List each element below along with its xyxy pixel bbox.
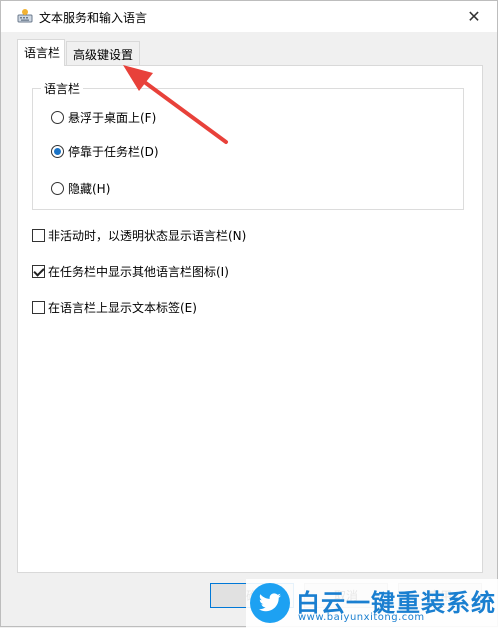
title-bar: 文本服务和输入语言 ✕ — [1, 1, 497, 32]
keyboard-icon — [17, 9, 33, 23]
dialog-window: 文本服务和输入语言 ✕ 语言栏 高级键设置 语言栏 悬浮于桌面上(F) 停靠于任… — [0, 0, 498, 628]
window-title: 文本服务和输入语言 — [39, 11, 148, 25]
checkbox-label: 在语言栏上显示文本标签(E) — [48, 301, 197, 315]
bird-logo-icon — [250, 583, 290, 623]
radio-label: 悬浮于桌面上(F) — [68, 111, 157, 125]
watermark-url: www.baiyunxitong.com — [298, 612, 425, 623]
radio-label: 隐藏(H) — [68, 182, 111, 196]
checkbox-label: 在任务栏中显示其他语言栏图标(I) — [48, 265, 229, 279]
tab-language-bar[interactable]: 语言栏 — [17, 39, 65, 66]
tab-advanced-key-settings[interactable]: 高级键设置 — [66, 41, 140, 65]
watermark: 白云一键重装系统 www.baiyunxitong.com — [246, 579, 498, 628]
checkbox-label: 非活动时，以透明状态显示语言栏(N) — [48, 229, 247, 243]
checkbox[interactable] — [32, 265, 45, 278]
checkbox-show-text-labels[interactable]: 在语言栏上显示文本标签(E) — [32, 299, 197, 316]
radio-docked-in-taskbar[interactable]: 停靠于任务栏(D) — [51, 143, 159, 160]
radio-label: 停靠于任务栏(D) — [68, 145, 159, 159]
radio-float-on-desktop[interactable]: 悬浮于桌面上(F) — [51, 109, 156, 126]
checkbox-transparent-when-inactive[interactable]: 非活动时，以透明状态显示语言栏(N) — [32, 227, 246, 244]
checkbox-show-extra-icons[interactable]: 在任务栏中显示其他语言栏图标(I) — [32, 263, 229, 280]
tab-panel: 语言栏 悬浮于桌面上(F) 停靠于任务栏(D) 隐藏(H) 非活动时，以透明状态… — [17, 65, 483, 573]
radio-hidden[interactable]: 隐藏(H) — [51, 180, 110, 197]
checkbox[interactable] — [32, 301, 45, 314]
checkbox[interactable] — [32, 229, 45, 242]
group-legend: 语言栏 — [41, 80, 84, 97]
radio-button[interactable] — [51, 111, 64, 124]
radio-button[interactable] — [51, 145, 64, 158]
close-button[interactable]: ✕ — [451, 1, 497, 32]
radio-button[interactable] — [51, 182, 64, 195]
language-bar-group: 语言栏 悬浮于桌面上(F) 停靠于任务栏(D) 隐藏(H) — [32, 80, 464, 210]
